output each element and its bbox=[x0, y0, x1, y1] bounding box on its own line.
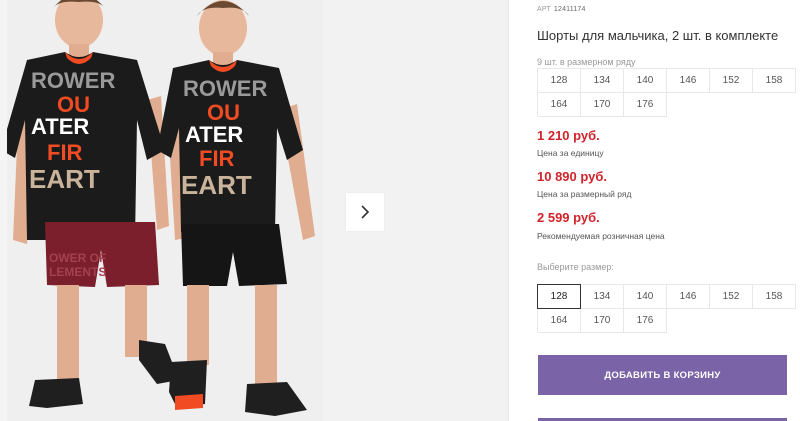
product-gallery: ROWER OU ATER FIR EART OWER OF LEMENTS R… bbox=[0, 0, 508, 421]
gallery-next-button[interactable] bbox=[346, 193, 384, 231]
size-option[interactable]: 152 bbox=[709, 284, 753, 309]
panel-divider bbox=[508, 0, 509, 421]
sku-value: 12411174 bbox=[553, 6, 586, 13]
tshirt-print-text: ATER bbox=[31, 114, 89, 139]
size-range-grid: 128 134 140 146 152 158 164 170 176 bbox=[537, 68, 796, 117]
sku-label: АРТ bbox=[537, 6, 551, 13]
tshirt-print-text: EART bbox=[29, 164, 100, 194]
size-range-cell: 176 bbox=[623, 92, 667, 117]
size-option[interactable]: 158 bbox=[752, 284, 796, 309]
tshirt-print-text: ROWER bbox=[183, 76, 267, 101]
shorts-print-text: OWER OF bbox=[49, 251, 106, 265]
size-range-cell: 164 bbox=[537, 92, 581, 117]
left-model: ROWER OU ATER FIR EART OWER OF LEMENTS bbox=[7, 0, 179, 408]
product-photo-illustration: ROWER OU ATER FIR EART OWER OF LEMENTS R… bbox=[7, 0, 315, 416]
tshirt-print-text: FIR bbox=[199, 146, 235, 171]
price-unit-label: Цена за единицу bbox=[537, 148, 604, 158]
product-title: Шорты для мальчика, 2 шт. в комплекте bbox=[537, 28, 779, 43]
size-option[interactable]: 164 bbox=[537, 308, 581, 333]
size-option[interactable]: 140 bbox=[623, 284, 667, 309]
tshirt-print-text: FIR bbox=[47, 140, 83, 165]
add-to-cart-button[interactable]: ДОБАВИТЬ В КОРЗИНУ bbox=[538, 355, 787, 395]
tshirt-print-text: ATER bbox=[185, 122, 243, 147]
product-photo[interactable]: ROWER OU ATER FIR EART OWER OF LEMENTS R… bbox=[7, 0, 322, 421]
tshirt-print-text: EART bbox=[181, 170, 252, 200]
size-range-cell: 146 bbox=[666, 68, 710, 93]
chevron-right-icon bbox=[361, 205, 370, 219]
tshirt-print-text: ROWER bbox=[31, 68, 115, 93]
price-retail: 2 599 руб. bbox=[537, 210, 600, 225]
size-option[interactable]: 128 bbox=[537, 284, 581, 309]
shorts-print-text: LEMENTS bbox=[49, 265, 106, 279]
size-option[interactable]: 176 bbox=[623, 308, 667, 333]
price-retail-label: Рекомендуемая розничная цена bbox=[537, 231, 665, 241]
size-option[interactable]: 134 bbox=[580, 284, 624, 309]
size-range-caption: 9 шт. в размерном ряду bbox=[537, 57, 636, 67]
product-sku: АРТ 12411174 bbox=[537, 6, 586, 13]
price-unit: 1 210 руб. bbox=[537, 128, 600, 143]
size-option[interactable]: 146 bbox=[666, 284, 710, 309]
size-selector: 128 134 140 146 152 158 164 170 176 bbox=[537, 284, 796, 333]
size-range-cell: 128 bbox=[537, 68, 581, 93]
size-range-cell: 134 bbox=[580, 68, 624, 93]
size-option[interactable]: 170 bbox=[580, 308, 624, 333]
size-range-cell: 170 bbox=[580, 92, 624, 117]
size-range-cell: 158 bbox=[752, 68, 796, 93]
size-select-caption: Выберите размер: bbox=[537, 262, 614, 272]
size-range-cell: 140 bbox=[623, 68, 667, 93]
size-range-cell: 152 bbox=[709, 68, 753, 93]
price-range: 10 890 руб. bbox=[537, 169, 608, 184]
right-model: ROWER OU ATER FIR EART bbox=[157, 0, 315, 416]
price-range-label: Цена за размерный ряд bbox=[537, 189, 632, 199]
